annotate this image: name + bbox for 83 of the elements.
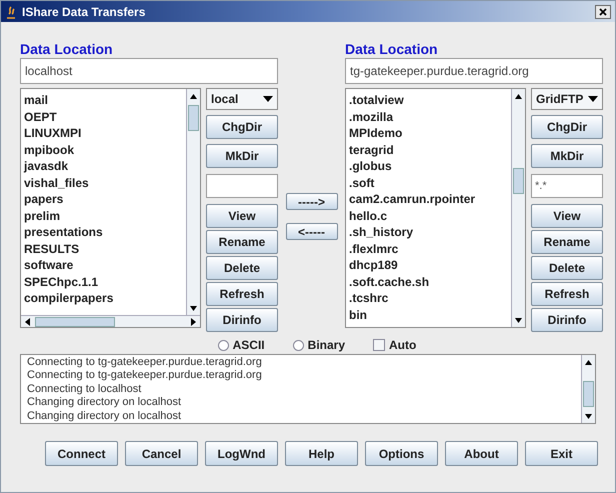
scrollbar-thumb[interactable] [188,105,199,131]
file-item[interactable]: mail [24,92,186,108]
radio-button[interactable] [292,340,304,350]
transfer-button[interactable]: <----- [286,223,338,240]
file-item[interactable]: MPIdemo [349,125,511,142]
file-item[interactable]: dhcp189 [349,257,511,274]
file-item[interactable]: javasdk [24,158,186,174]
file-item[interactable]: .globus [349,158,511,174]
panel-button[interactable]: Rename [531,230,603,254]
option-label: Auto [389,337,416,354]
radio-button[interactable] [218,340,229,350]
file-item[interactable]: prelim [24,208,186,224]
file-item[interactable]: bin [349,306,511,323]
panel-button[interactable]: Dirinfo [531,308,603,332]
section-heading: Data Location [345,40,439,58]
panel-button[interactable]: View [206,204,278,228]
file-item[interactable]: compilerpapers [24,290,186,306]
file-item[interactable]: LINUXMPI [24,125,186,142]
scrollbar-thumb[interactable] [35,316,115,326]
filter-field[interactable]: *.* [531,174,603,198]
action-button[interactable]: Cancel [125,441,198,466]
option-label: Binary [308,337,346,354]
action-button[interactable]: Options [365,441,438,466]
close-icon [599,8,607,16]
file-item[interactable]: mpibook [24,142,186,158]
close-button[interactable] [595,4,611,18]
panel-button[interactable]: Delete [531,256,603,280]
file-item[interactable]: OEPT [24,108,186,125]
panel-button[interactable]: ChgDir [206,115,278,139]
panel-button[interactable]: Rename [206,230,278,254]
scrollbar[interactable] [511,89,525,327]
file-item[interactable]: papers [24,191,186,208]
file-item[interactable]: RESULTS [24,240,186,257]
panel-button[interactable]: Refresh [531,282,603,306]
panel-button[interactable]: ChgDir [531,115,603,139]
section-heading: Data Location [20,40,114,58]
option-label: ASCII [232,337,265,354]
app-icon [5,4,17,18]
action-button[interactable]: About [445,441,518,466]
file-item[interactable]: SPEChpc.1.1 [24,274,186,290]
log-line: Connecting to localhost [27,382,142,396]
host-field[interactable]: localhost [20,58,278,84]
action-button[interactable]: Help [285,441,358,466]
action-button[interactable]: Connect [45,441,118,466]
scrollbar[interactable] [581,355,595,423]
scrollbar-thumb[interactable] [583,381,594,407]
horizontal-scrollbar[interactable] [21,315,200,327]
scrollbar-thumb[interactable] [513,168,524,194]
protocol-dropdown[interactable]: local [206,88,278,110]
file-item[interactable]: .flexlmrc [349,240,511,257]
panel-button[interactable]: Refresh [206,282,278,306]
file-item[interactable]: .sh_history [349,224,511,240]
scrollbar[interactable] [186,89,200,315]
panel-button[interactable]: MkDir [531,144,603,168]
file-item[interactable]: presentations [24,224,186,240]
host-field[interactable]: tg-gatekeeper.purdue.teragrid.org [345,58,603,84]
log-line: Changing directory on localhost [27,396,182,410]
file-item[interactable]: cam2.camrun.rpointer [349,191,511,208]
action-button[interactable]: Exit [525,441,598,466]
right-arrow-icon[interactable] [188,318,198,326]
transfer-button[interactable]: -----> [286,193,338,210]
log-line: Connecting to tg-gatekeeper.purdue.teragrid.org [27,356,263,370]
panel-button[interactable]: MkDir [206,144,278,168]
protocol-dropdown[interactable]: GridFTP [531,88,603,110]
log-line: Connecting to tg-gatekeeper.purdue.teragrid.org [27,369,263,383]
log-line: Changing directory on localhost [27,410,182,423]
file-item[interactable]: teragrid [349,142,511,158]
checkbox[interactable] [373,339,386,351]
file-item[interactable]: .mozilla [349,108,511,125]
panel-button[interactable]: Delete [206,256,278,280]
panel-button[interactable]: Dirinfo [206,308,278,332]
left-arrow-icon[interactable] [23,318,33,326]
file-item[interactable]: .soft.cache.sh [349,274,511,290]
action-button[interactable]: LogWnd [205,441,278,466]
window-title: IShare Data Transfers [22,4,146,20]
file-item[interactable]: .totalview [349,92,511,108]
file-item[interactable]: vishal_files [24,174,186,191]
filter-field[interactable] [206,174,278,198]
file-item[interactable]: .tcshrc [349,290,511,306]
file-item[interactable]: .soft [349,174,511,191]
panel-button[interactable]: View [531,204,603,228]
file-item[interactable]: hello.c [349,208,511,224]
file-item[interactable]: software [24,257,186,274]
